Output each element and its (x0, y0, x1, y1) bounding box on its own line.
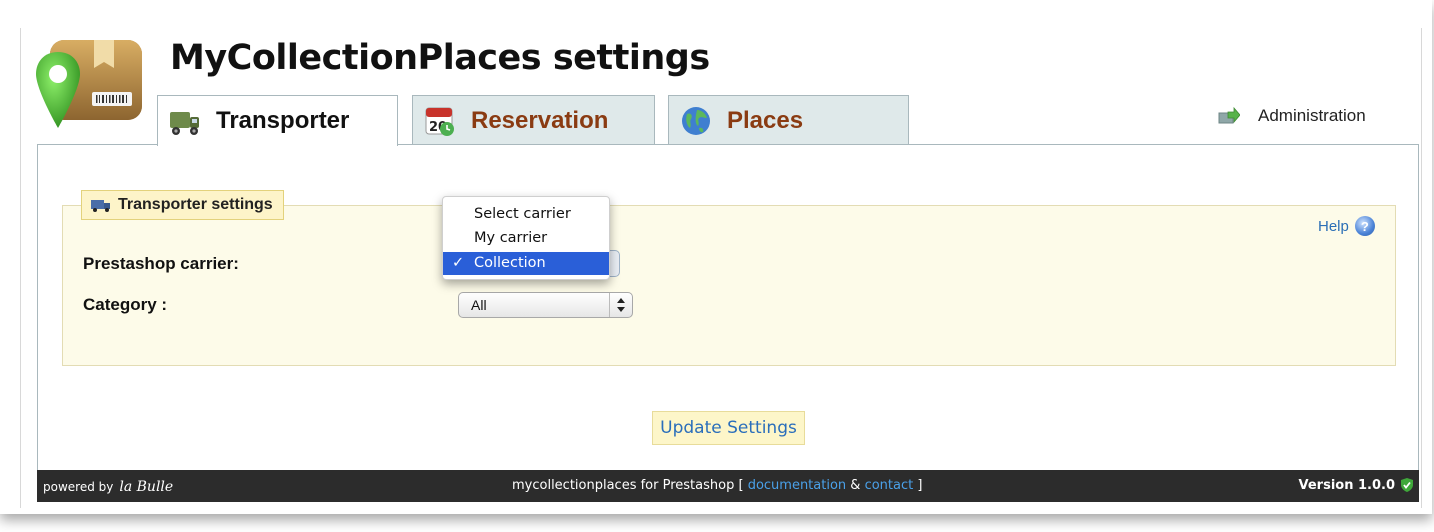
footer-bar: powered by la Bulle mycollectionplaces f… (37, 470, 1419, 502)
help-label: Help (1318, 217, 1349, 235)
frame-border-left (20, 28, 21, 508)
footer-amp: & (850, 478, 861, 493)
category-select[interactable]: All (458, 292, 633, 318)
administration-label: Administration (1258, 106, 1366, 125)
check-shield-icon (1401, 478, 1413, 492)
fieldset-legend: Transporter settings (81, 190, 284, 220)
labulle-logo-link[interactable]: la Bulle (119, 479, 173, 495)
category-label: Category : (83, 295, 168, 314)
carrier-option-select-carrier[interactable]: Select carrier (443, 203, 609, 226)
carrier-option-label: Collection (474, 255, 546, 271)
carrier-option-collection[interactable]: ✓ Collection (443, 252, 609, 275)
transporter-settings-fieldset (62, 205, 1396, 366)
arrow-right-icon (1218, 107, 1240, 124)
checkmark-icon: ✓ (452, 255, 465, 271)
category-selected-value: All (471, 297, 487, 313)
tab-label: Transporter (216, 107, 350, 134)
carrier-option-my-carrier[interactable]: My carrier (443, 227, 609, 250)
frame-border-right (1421, 28, 1422, 508)
select-arrows-icon (609, 293, 625, 317)
tab-label: Places (727, 106, 804, 134)
tab-transporter[interactable]: Transporter (157, 95, 398, 146)
version-label: Version 1.0.0 (1298, 478, 1396, 493)
carrier-dropdown-menu: Select carrier My carrier ✓ Collection (442, 196, 610, 280)
legend-label: Transporter settings (118, 196, 273, 213)
footer-suffix: ] (917, 478, 923, 493)
documentation-link[interactable]: documentation (748, 478, 846, 493)
contact-link[interactable]: contact (865, 478, 914, 493)
truck-small-icon (91, 200, 110, 212)
powered-by-label: powered by (43, 480, 114, 494)
tab-label: Reservation (471, 106, 609, 134)
help-link[interactable]: Help ? (1318, 216, 1375, 236)
tab-reservation[interactable]: 20 Reservation (412, 95, 655, 145)
page-title: MyCollectionPlaces settings (170, 38, 710, 78)
prestashop-carrier-label: Prestashop carrier: (83, 254, 239, 273)
powered-by: powered by la Bulle (43, 479, 173, 495)
module-logo-icon (36, 40, 142, 128)
administration-link[interactable]: Administration (1218, 106, 1366, 126)
tab-places[interactable]: Places (668, 95, 909, 145)
calendar-icon: 20 (425, 107, 454, 136)
footer-credits: mycollectionplaces for Prestashop [ docu… (512, 478, 922, 493)
help-icon: ? (1354, 216, 1375, 236)
globe-icon (682, 106, 710, 135)
footer-prefix: mycollectionplaces for Prestashop [ (512, 478, 744, 493)
update-settings-button[interactable]: Update Settings (652, 411, 805, 445)
truck-icon (170, 112, 199, 135)
